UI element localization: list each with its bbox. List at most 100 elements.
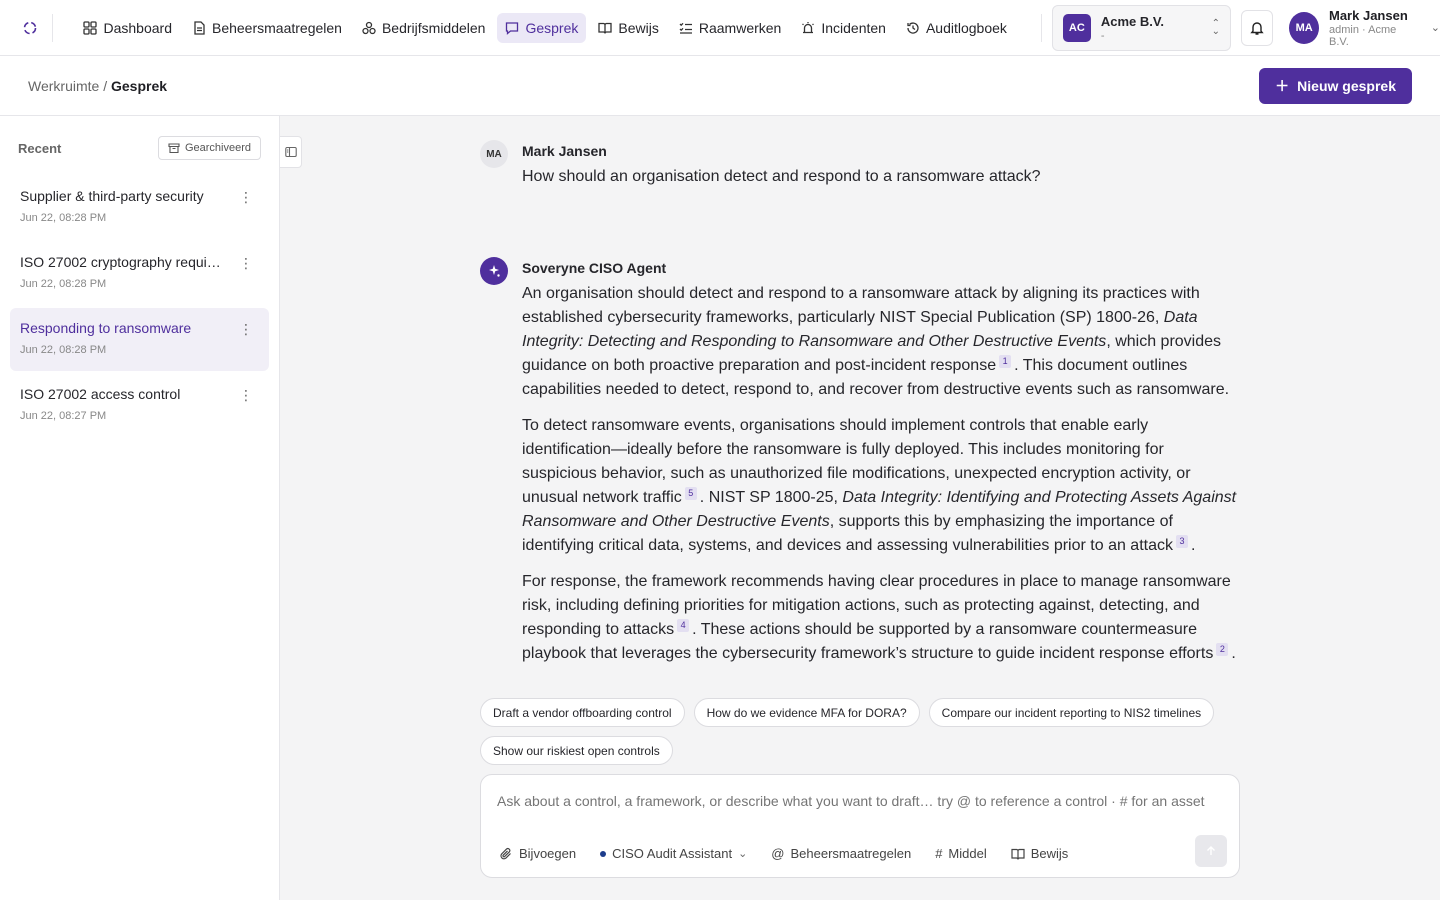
message-author: Mark Jansen — [522, 143, 607, 159]
new-conversation-label: Nieuw gesprek — [1297, 78, 1396, 94]
hash-icon: # — [935, 846, 943, 861]
conversation-title: Responding to ransomware — [20, 320, 192, 336]
conversation-item[interactable]: ISO 27002 cryptography requirements Jun … — [10, 242, 269, 305]
avatar: MA — [1289, 11, 1319, 44]
more-vertical-icon[interactable]: ⋮ — [239, 190, 253, 204]
message-paragraph: For response, the framework recommends h… — [522, 570, 1240, 666]
plus-icon: ＋ — [1275, 78, 1290, 94]
message-author: Soveryne CISO Agent — [522, 260, 667, 276]
archived-button[interactable]: Gearchiveerd — [157, 136, 261, 160]
text-run: . NIST SP 1800-25, — [699, 489, 843, 506]
sidebar-title: Recent — [18, 140, 62, 156]
nav-label: Bewijs — [618, 19, 659, 36]
message-input[interactable] — [497, 793, 1217, 829]
attach-button[interactable]: Bijvoegen — [499, 846, 576, 861]
breadcrumb: Werkruimte / Gesprek — [28, 78, 167, 94]
conversation-item[interactable]: Supplier & third-party security Jun 22, … — [10, 176, 269, 239]
suggestion-chip[interactable]: Draft a vendor offboarding control — [480, 698, 685, 727]
org-name: Acme B.V. — [1100, 13, 1164, 29]
nav-auditlogboek[interactable]: Auditlogboek — [898, 13, 1015, 43]
suggestion-chip[interactable]: How do we evidence MFA for DORA? — [693, 698, 920, 727]
agent-selector[interactable]: CISO Audit Assistant ⌄ — [600, 846, 747, 861]
suggestion-chip[interactable]: Compare our incident reporting to NIS2 t… — [928, 698, 1215, 727]
nav-beheersmaatregelen[interactable]: Beheersmaatregelen — [184, 13, 350, 43]
nav-label: Raamwerken — [698, 19, 782, 36]
conversation-title: ISO 27002 access control — [20, 386, 181, 402]
send-button[interactable] — [1195, 835, 1227, 867]
citation-badge[interactable]: 1 — [999, 354, 1012, 368]
message-paragraph: An organisation should detect and respon… — [522, 282, 1240, 402]
breadcrumb-current: Gesprek — [110, 77, 168, 94]
notifications-button[interactable] — [1240, 9, 1274, 46]
document-icon — [194, 20, 205, 35]
history-icon — [907, 21, 919, 34]
composer-toolbar: Bijvoegen CISO Audit Assistant ⌄ @ Behee… — [499, 846, 1068, 861]
user-name: Mark Jansen — [1329, 7, 1408, 23]
organization-switcher[interactable]: AC Acme B.V. - ⌃ ⌄ — [1051, 4, 1231, 51]
dashboard-icon — [83, 20, 98, 35]
breadcrumb-separator: / — [103, 77, 108, 94]
citation-badge[interactable]: 3 — [1176, 534, 1188, 548]
reference-asset-button[interactable]: # Middel — [935, 846, 987, 861]
message-composer: Bijvoegen CISO Audit Assistant ⌄ @ Behee… — [480, 774, 1240, 878]
top-navigation-bar: Dashboard Beheersmaatregelen Bedrijfsmid… — [0, 0, 1440, 56]
bell-icon — [1250, 21, 1264, 35]
nav-bedrijfsmiddelen[interactable]: Bedrijfsmiddelen — [354, 13, 494, 43]
more-vertical-icon[interactable]: ⋮ — [239, 322, 253, 336]
reference-evidence-button[interactable]: Bewijs — [1011, 846, 1069, 861]
reference-control-label: Beheersmaatregelen — [790, 846, 912, 861]
nav-label: Gesprek — [525, 19, 579, 36]
more-vertical-icon[interactable]: ⋮ — [239, 388, 253, 402]
nav-gesprek[interactable]: Gesprek — [497, 12, 587, 43]
avatar: MA — [480, 140, 508, 168]
conversation-title: ISO 27002 cryptography requirements — [20, 254, 225, 270]
nav-raamwerken[interactable]: Raamwerken — [671, 13, 789, 43]
text-run: . — [1231, 645, 1236, 662]
conversation-sidebar: Recent Gearchiveerd Supplier & third-par… — [0, 116, 280, 900]
assets-icon — [362, 21, 376, 34]
citation-badge[interactable]: 5 — [684, 486, 697, 500]
agent-message: Soveryne CISO Agent An organisation shou… — [480, 233, 1240, 666]
reference-evidence-label: Bewijs — [1030, 846, 1069, 861]
conversation-item-active[interactable]: Responding to ransomware Jun 22, 08:28 P… — [10, 308, 269, 371]
conversation-item[interactable]: ISO 27002 access control Jun 22, 08:27 P… — [10, 374, 269, 437]
org-badge: AC — [1062, 13, 1091, 42]
suggestion-chip[interactable]: Show our riskiest open controls — [480, 736, 673, 765]
at-sign-icon: @ — [771, 846, 785, 861]
new-conversation-button[interactable]: ＋ Nieuw gesprek — [1259, 68, 1412, 104]
nav-bewijs[interactable]: Bewijs — [590, 13, 666, 43]
collapse-sidebar-button[interactable] — [280, 136, 302, 168]
nav-label: Bedrijfsmiddelen — [381, 19, 486, 36]
conversation-date: Jun 22, 08:27 PM — [20, 410, 107, 422]
attach-label: Bijvoegen — [519, 846, 577, 861]
citation-badge[interactable]: 2 — [1216, 642, 1229, 656]
more-vertical-icon[interactable]: ⋮ — [239, 256, 253, 270]
nav-label: Auditlogboek — [925, 19, 1007, 36]
paperclip-icon — [500, 847, 511, 859]
status-dot-icon — [600, 850, 607, 857]
conversation-list: Supplier & third-party security Jun 22, … — [0, 176, 279, 437]
nav-label: Incidenten — [821, 19, 886, 36]
chevron-down-icon: ⌄ — [738, 848, 748, 860]
chat-icon — [506, 21, 519, 35]
alarm-icon — [802, 21, 815, 33]
conversation-date: Jun 22, 08:28 PM — [20, 344, 107, 356]
breadcrumb-parent[interactable]: Werkruimte — [28, 78, 99, 94]
user-role: admin · Acme B.V. — [1329, 23, 1397, 48]
arrow-up-icon — [1207, 846, 1215, 855]
nav-label: Dashboard — [103, 19, 172, 36]
nav-dashboard[interactable]: Dashboard — [75, 13, 180, 43]
reference-control-button[interactable]: @ Beheersmaatregelen — [771, 846, 911, 861]
message-text: How should an organisation detect and re… — [522, 168, 1041, 185]
nav-incidenten[interactable]: Incidenten — [793, 13, 894, 43]
app-logo[interactable] — [8, 13, 54, 42]
main-nav: Dashboard Beheersmaatregelen Bedrijfsmid… — [75, 12, 1015, 43]
conversation-date: Jun 22, 08:28 PM — [20, 212, 107, 224]
divider — [1040, 13, 1042, 42]
text-run: An organisation should detect and respon… — [522, 285, 1200, 326]
citation-badge[interactable]: 4 — [677, 618, 690, 632]
archived-label: Gearchiveerd — [184, 142, 251, 154]
user-menu[interactable]: MA Mark Jansen admin · Acme B.V. ⌄ — [1289, 8, 1440, 48]
conversation-title: Supplier & third-party security — [20, 188, 204, 204]
conversation-date: Jun 22, 08:28 PM — [20, 278, 107, 290]
